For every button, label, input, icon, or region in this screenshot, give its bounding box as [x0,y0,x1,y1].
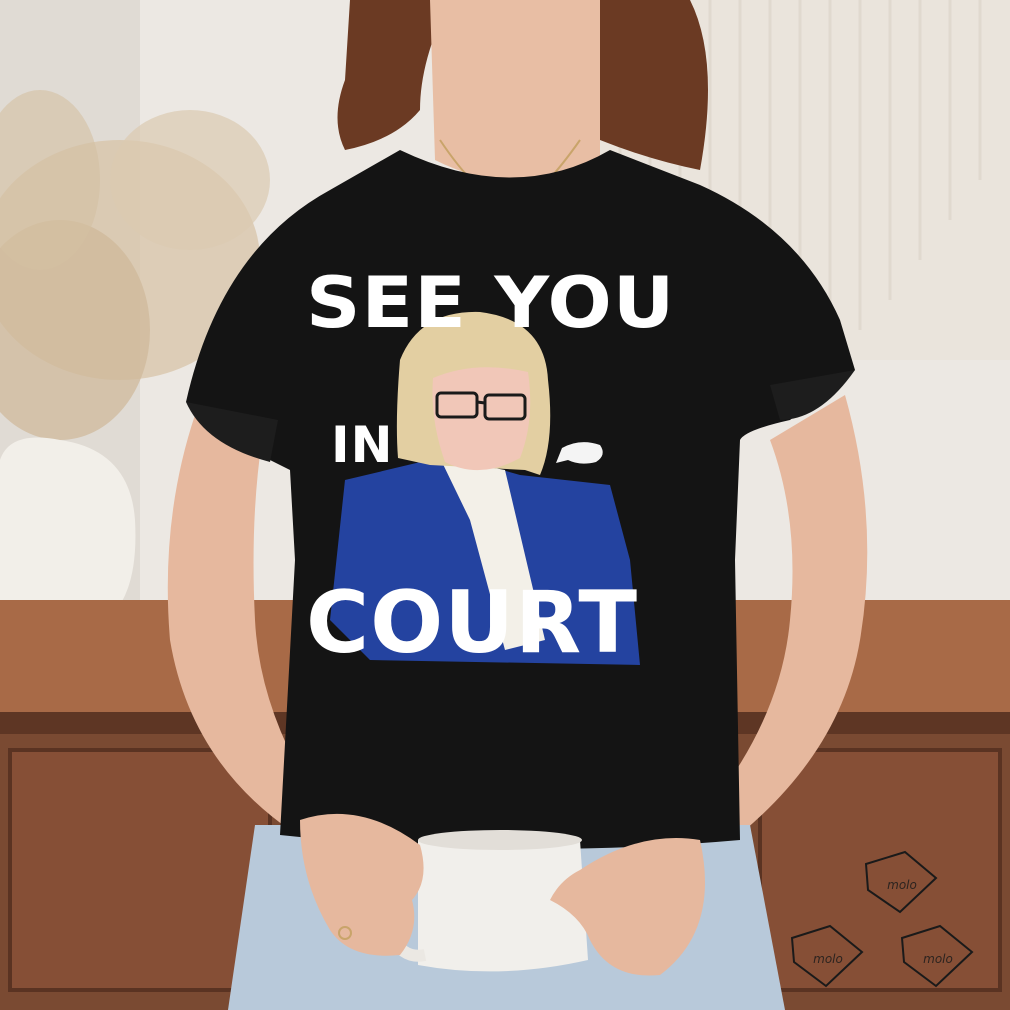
watermark-logo-1: molo [870,860,934,916]
print-line-court: COURT [306,573,639,673]
watermark-text: molo [923,952,953,966]
product-photo [0,0,1010,1010]
watermark-logo-3: molo [906,934,970,990]
watermark-text: molo [887,878,917,892]
print-line-see-you: SEE YOU [306,262,676,344]
neck [430,0,600,183]
print-line-in: IN [331,416,394,474]
watermark-logo-2: molo [796,934,860,990]
watermark-text: molo [813,952,843,966]
